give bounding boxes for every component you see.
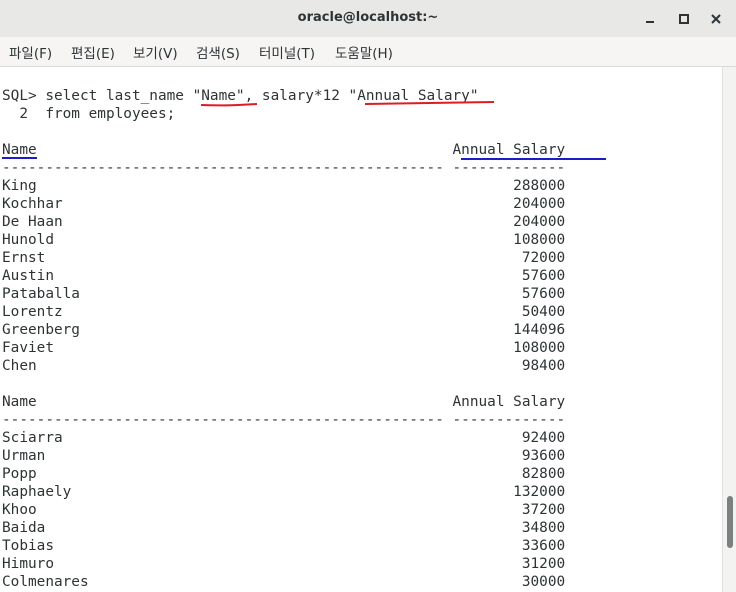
close-icon[interactable] (707, 10, 725, 28)
result-row: Pataballa 57600 (2, 286, 566, 302)
menu-terminal[interactable]: 터미널(T) (259, 42, 315, 62)
vertical-scrollbar[interactable] (722, 67, 736, 592)
minimize-icon[interactable] (641, 10, 659, 28)
menu-bar: 파일(F) 편집(E) 보기(V) 검색(S) 터미널(T) 도움말(H) (0, 37, 736, 67)
result-row: Colmenares 30000 (2, 574, 566, 590)
result-row: Lorentz 50400 (2, 304, 566, 320)
result-row: De Haan 204000 (2, 214, 566, 230)
window-title: oracle@localhost:~ (297, 10, 439, 25)
result-row: Urman 93600 (2, 448, 566, 464)
red-underline-name-alias (200, 103, 258, 107)
result-row: Popp 82800 (2, 466, 566, 482)
terminal-output[interactable]: SQL> select last_name "Name", salary*12 … (0, 67, 722, 592)
terminal-window: oracle@localhost:~ 파일(F) 편집(E) 보기(V) 검색(… (0, 0, 736, 592)
column-header-line: Name Annual Salary (2, 394, 566, 410)
menu-file[interactable]: 파일(F) (9, 42, 52, 62)
result-row: Himuro 31200 (2, 556, 566, 572)
result-row: Kochhar 204000 (2, 196, 566, 212)
result-row: Chen 98400 (2, 358, 566, 374)
result-row: Sciarra 92400 (2, 430, 566, 446)
result-row: Greenberg 144096 (2, 322, 566, 338)
result-row: Austin 57600 (2, 268, 566, 284)
separator-line: ----------------------------------------… (2, 412, 566, 428)
result-row: Faviet 108000 (2, 340, 566, 356)
maximize-icon[interactable] (675, 10, 693, 28)
menu-search[interactable]: 검색(S) (196, 42, 240, 62)
red-underline-salary-alias (364, 101, 495, 105)
result-row: Raphaely 132000 (2, 484, 566, 500)
menu-view[interactable]: 보기(V) (133, 42, 178, 62)
result-row: Khoo 37200 (2, 502, 566, 518)
result-row: Tobias 33600 (2, 538, 566, 554)
menu-edit[interactable]: 편집(E) (71, 42, 115, 62)
menu-help[interactable]: 도움말(H) (335, 42, 393, 62)
result-row: Hunold 108000 (2, 232, 566, 248)
title-bar[interactable]: oracle@localhost:~ (0, 0, 736, 38)
result-row: Baida 34800 (2, 520, 566, 536)
result-row: King 288000 (2, 178, 566, 194)
underline-annotations (2, 101, 606, 160)
result-row: Ernst 72000 (2, 250, 566, 266)
scrollbar-thumb[interactable] (727, 496, 733, 548)
